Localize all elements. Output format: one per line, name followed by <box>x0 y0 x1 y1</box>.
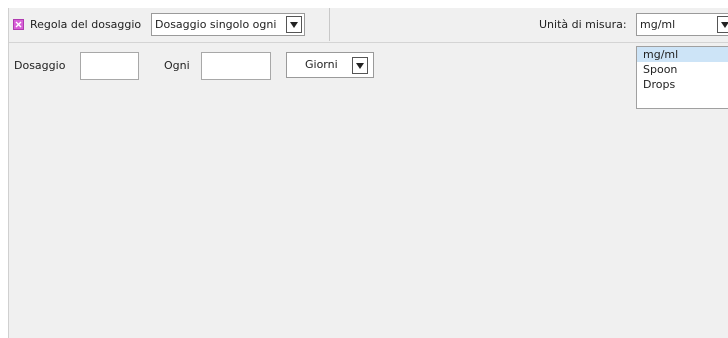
chevron-down-icon[interactable] <box>286 16 302 33</box>
unit-option-spoon[interactable]: Spoon <box>637 62 728 77</box>
every-input[interactable] <box>201 52 271 80</box>
period-select[interactable]: Giorni <box>286 52 374 78</box>
every-label: Ogni <box>164 59 190 72</box>
unit-label: Unità di misura: <box>539 18 627 31</box>
unit-select[interactable]: mg/ml <box>636 13 728 36</box>
dosage-toolbar: Regola del dosaggio Dosaggio singolo ogn… <box>9 8 728 43</box>
chevron-down-icon[interactable] <box>352 57 368 74</box>
dosage-rule-group: Regola del dosaggio Dosaggio singolo ogn… <box>9 8 330 41</box>
chevron-down-icon[interactable] <box>717 16 728 33</box>
pink-square-cross-icon <box>13 19 24 30</box>
dosage-rule-value: Dosaggio singolo ogni <box>155 18 277 31</box>
dosage-rule-select[interactable]: Dosaggio singolo ogni <box>151 13 305 36</box>
dosage-rule-label: Regola del dosaggio <box>30 18 142 31</box>
dosage-panel: Regola del dosaggio Dosaggio singolo ogn… <box>8 8 728 338</box>
dose-input[interactable] <box>80 52 139 80</box>
dose-label: Dosaggio <box>14 59 66 72</box>
unit-dropdown-list: mg/ml Spoon Drops <box>636 46 728 109</box>
period-value: Giorni <box>305 58 338 71</box>
unit-option-mgml[interactable]: mg/ml <box>637 47 728 62</box>
unit-value: mg/ml <box>640 18 676 31</box>
unit-option-drops[interactable]: Drops <box>637 77 728 92</box>
